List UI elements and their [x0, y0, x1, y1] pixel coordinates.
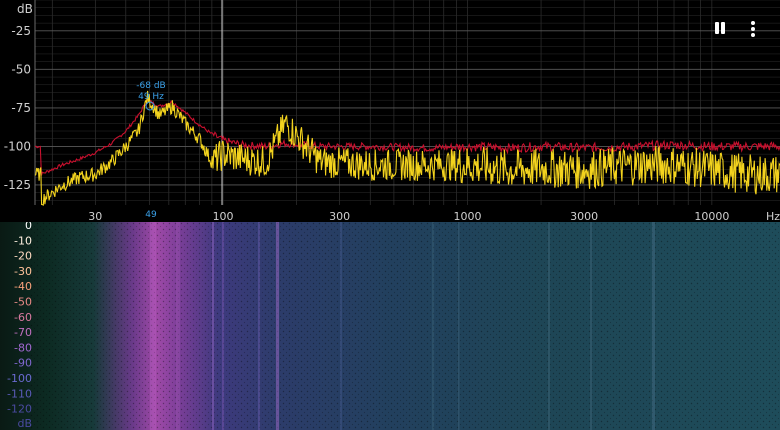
- spectrogram-scale-label: 0: [25, 222, 32, 232]
- y-tick-label: -25: [11, 24, 31, 38]
- y-axis-unit: dB: [17, 2, 33, 16]
- spectrogram-scale-label: -90: [14, 357, 32, 370]
- x-tick-label: 30: [88, 210, 102, 222]
- spectrogram-scale-label: -120: [7, 403, 32, 416]
- spectrogram-texture: [30, 222, 780, 430]
- spectrogram-scale-label: -40: [14, 280, 32, 293]
- y-tick-label: -125: [4, 178, 31, 192]
- peak-frequency-label: 49 Hz: [138, 92, 164, 102]
- pause-icon[interactable]: [710, 20, 730, 38]
- x-axis-labels: 30 100 300 1000 3000 10000: [88, 210, 729, 222]
- x-tick-label: 1000: [453, 210, 481, 222]
- spectrogram-scale-label: -100: [7, 372, 32, 385]
- x-axis-unit: Hz: [766, 210, 780, 222]
- spectrogram-streak: [150, 222, 156, 430]
- spectrogram-streak: [212, 222, 214, 430]
- spectrogram-streak: [590, 222, 592, 430]
- spectrogram-streak: [276, 222, 279, 430]
- peak-level-label: -68 dB: [136, 81, 165, 91]
- spectrogram-streak: [222, 222, 224, 430]
- spectrogram-scale-label: -60: [14, 311, 32, 324]
- spectrogram-scale-label: -20: [14, 250, 32, 263]
- spectrogram-view[interactable]: 0 -10 -20 -30 -40 -50 -60 -70 -80 -90 -100 -110 -120…: [0, 222, 780, 430]
- y-tick-label: -75: [11, 101, 31, 115]
- spectrogram-unit: dB: [17, 417, 32, 430]
- spectrogram-scale-label: -30: [14, 265, 32, 278]
- more-vert-icon[interactable]: [746, 19, 760, 39]
- peak-axis-marker: 49: [145, 210, 157, 220]
- y-tick-label: -100: [4, 139, 31, 153]
- x-tick-label: 100: [213, 210, 234, 222]
- spectrogram-streak: [458, 222, 460, 430]
- toolbar: [702, 18, 772, 40]
- spectrogram-streak: [548, 222, 550, 430]
- spectrogram-streak: [432, 222, 434, 430]
- y-axis-labels: -25 -50 -75 -100 -125: [4, 24, 31, 192]
- spectrogram-scale-label: -10: [14, 234, 32, 247]
- spectrogram-streak: [652, 222, 655, 430]
- x-tick-label: 3000: [570, 210, 598, 222]
- y-tick-label: -50: [11, 62, 31, 76]
- spectrogram-scale-label: -80: [14, 341, 32, 354]
- peak-marker: -68 dB 49 Hz 49: [136, 81, 165, 220]
- spectrum-chart[interactable]: dB -25 -50 -75 -100 -125 30 100 300 1000 3000 100…: [0, 0, 780, 222]
- x-tick-label: 300: [329, 210, 350, 222]
- spectrogram-streak: [340, 222, 342, 430]
- x-tick-label: 10000: [694, 210, 729, 222]
- spectrogram-scale-label: -50: [14, 296, 32, 309]
- spectrogram-scale-label: -70: [14, 326, 32, 339]
- spectrogram-streak: [258, 222, 260, 430]
- spectrogram-scale-label: -110: [7, 387, 32, 400]
- spectrogram-streak: [176, 222, 180, 430]
